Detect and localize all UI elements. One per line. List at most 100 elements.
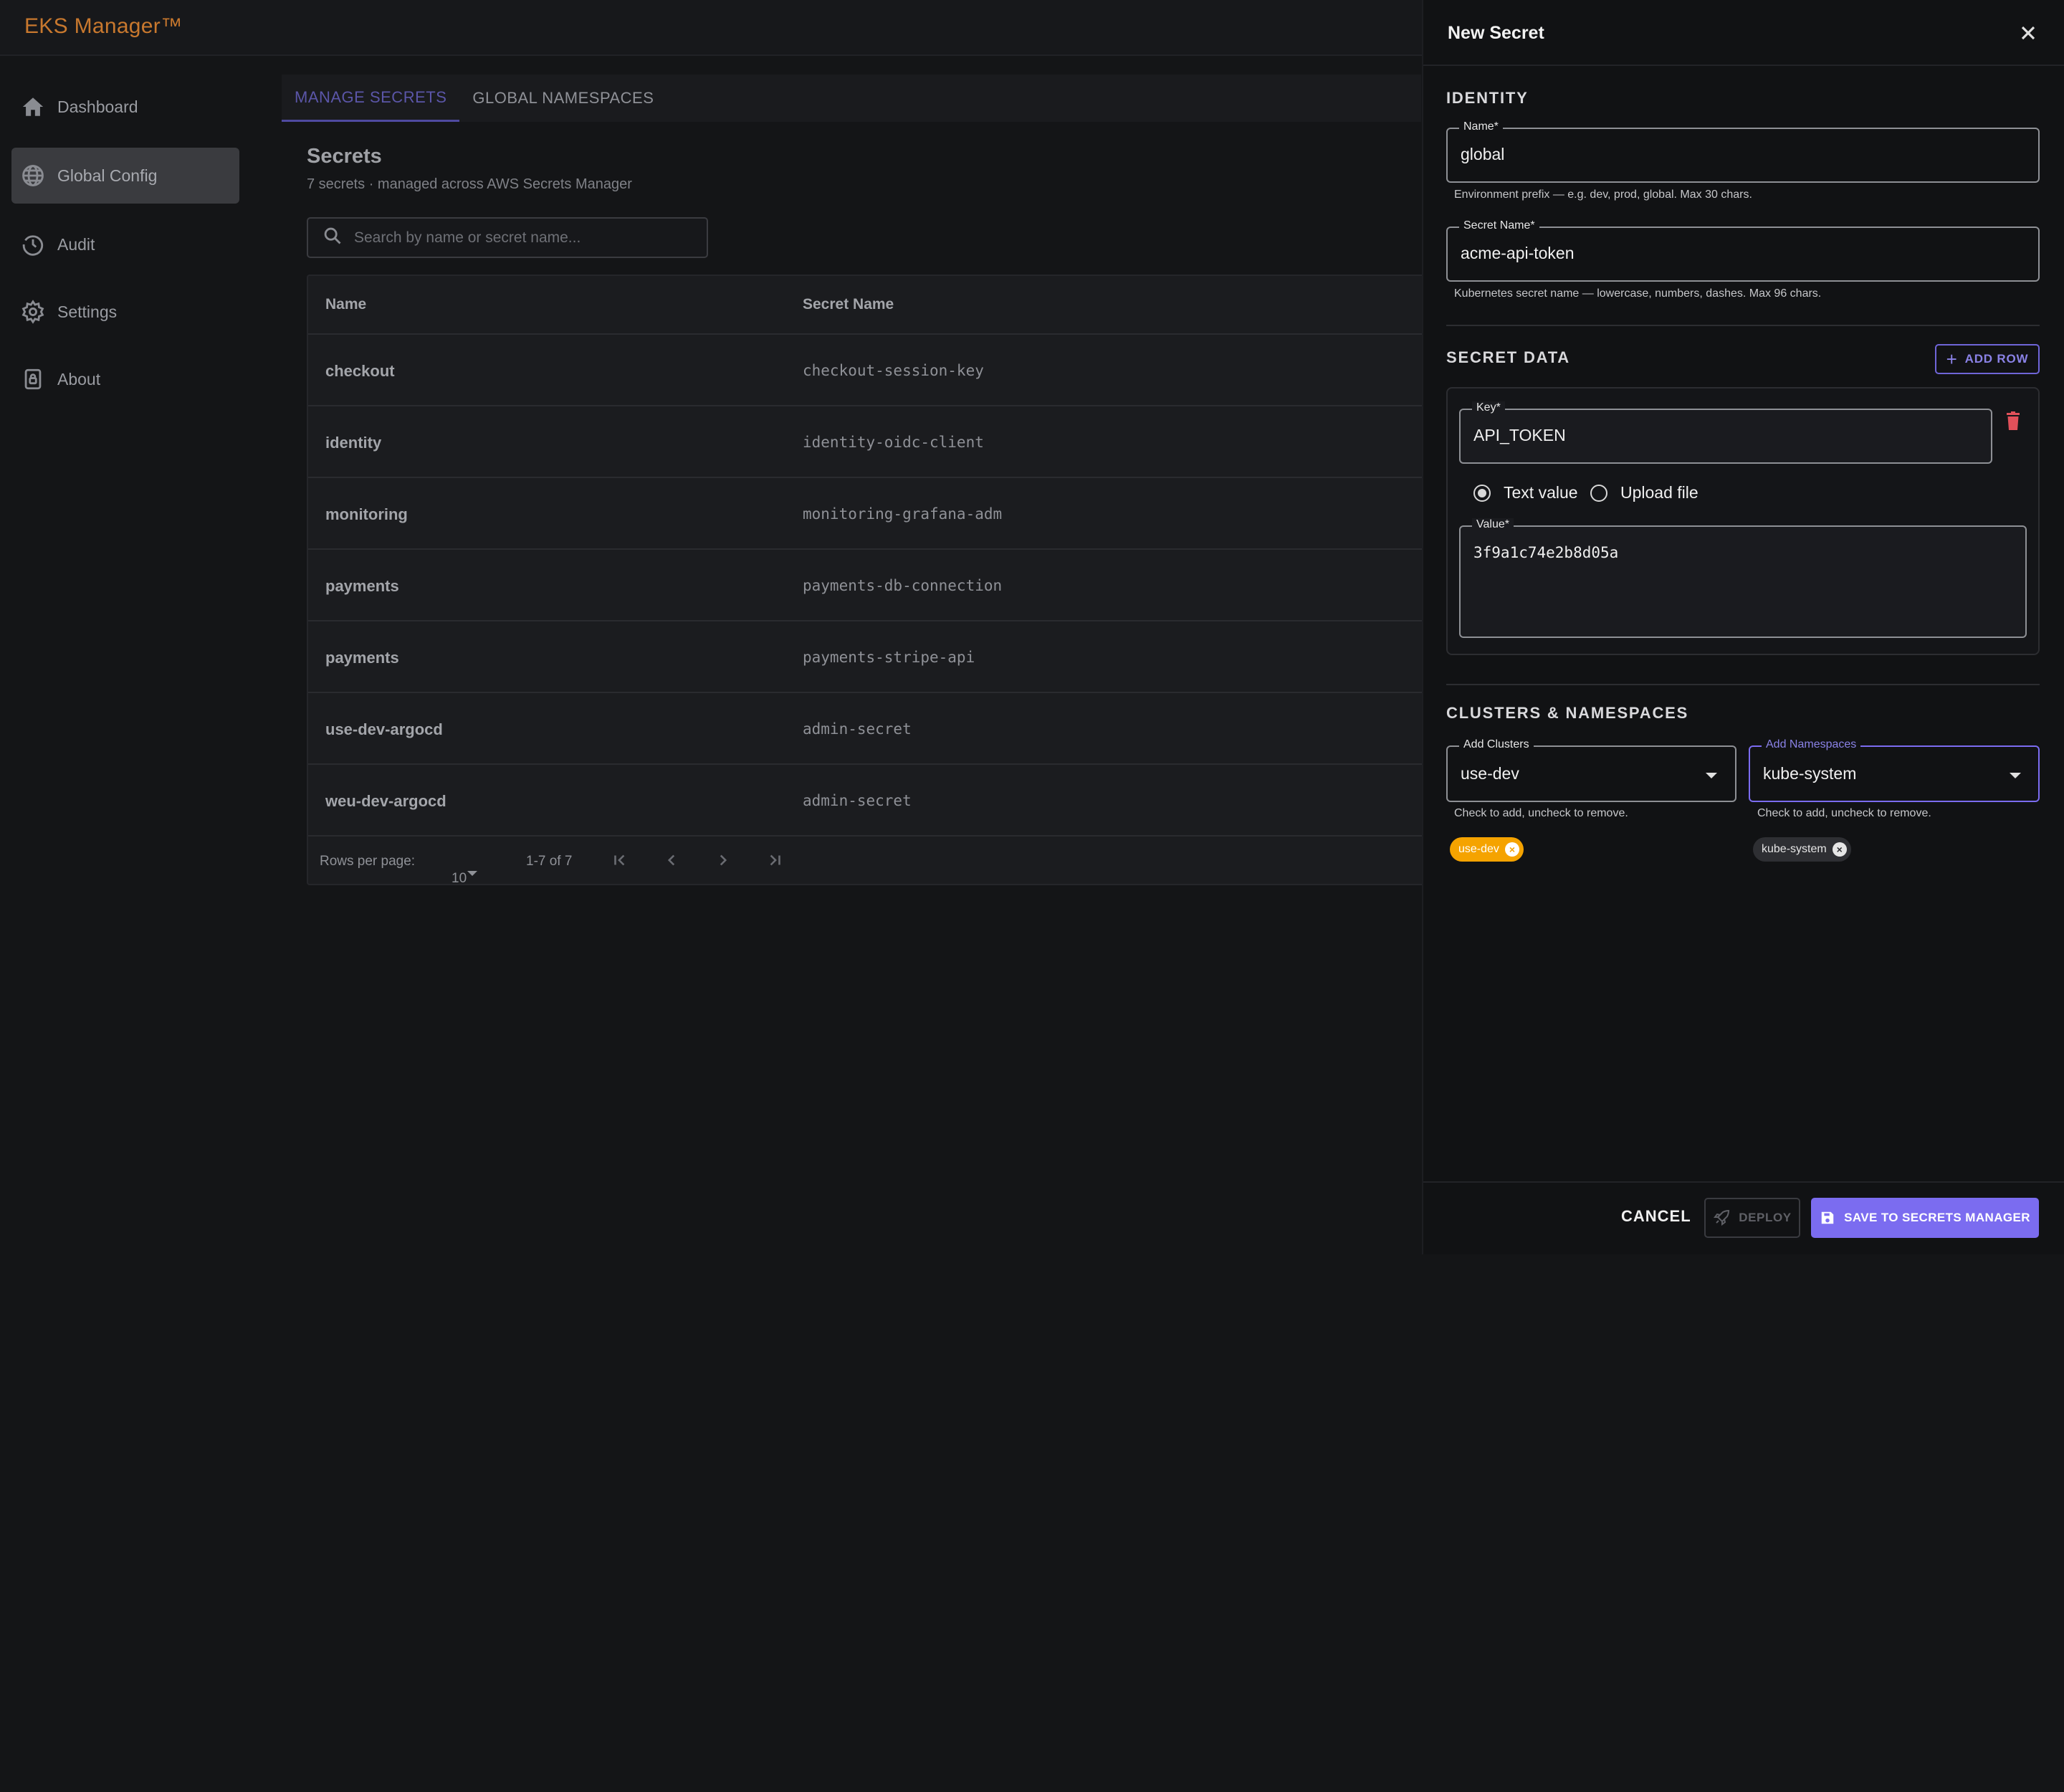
drawer-title: New Secret <box>1448 23 1544 43</box>
name-field[interactable]: Name* global <box>1446 120 2040 183</box>
add-namespaces-label: Add Namespaces <box>1762 738 1861 751</box>
column-header-name[interactable]: Name <box>325 296 366 313</box>
cell-name: identity <box>325 434 382 452</box>
secret-name-helper-text: Kubernetes secret name — lowercase, numb… <box>1454 287 1822 300</box>
sidebar-item-global-config[interactable]: Global Config <box>11 148 239 204</box>
chip-remove-icon[interactable]: × <box>1832 842 1847 857</box>
add-namespaces-select[interactable]: Add Namespaces kube-system <box>1749 738 2040 802</box>
cell-name: use-dev-argocd <box>325 720 443 738</box>
home-icon <box>20 94 46 120</box>
sidebar-item-label: Audit <box>57 234 95 254</box>
table-row[interactable]: payments payments-stripe-api <box>308 621 1423 693</box>
app-brand[interactable]: EKS Manager™ <box>24 14 182 39</box>
cell-secret-name: monitoring-grafana-adm <box>803 505 1003 523</box>
key-field[interactable]: Key* API_TOKEN <box>1459 401 1992 464</box>
table-row[interactable]: checkout checkout-session-key <box>308 335 1423 406</box>
cell-name: payments <box>325 649 399 667</box>
history-icon <box>20 232 46 257</box>
sidebar-item-dashboard[interactable]: Dashboard <box>11 79 239 135</box>
tab-manage-secrets[interactable]: MANAGE SECRETS <box>282 75 460 122</box>
radio-text-value-label: Text value <box>1504 483 1578 502</box>
cell-name: payments <box>325 577 399 595</box>
radio-unselected-icon <box>1590 484 1607 502</box>
next-page-icon[interactable] <box>714 851 732 874</box>
radio-selected-icon <box>1473 484 1491 502</box>
value-field-label: Value* <box>1472 518 1514 531</box>
add-row-label: ADD ROW <box>1964 352 2029 366</box>
search-input[interactable]: Search by name or secret name... <box>307 217 708 258</box>
add-clusters-value: use-dev <box>1461 764 1519 783</box>
cancel-button[interactable]: CANCEL <box>1621 1207 1691 1226</box>
table-row[interactable]: weu-dev-argocd admin-secret <box>308 765 1423 837</box>
deploy-button[interactable]: DEPLOY <box>1704 1198 1800 1238</box>
name-helper-text: Environment prefix — e.g. dev, prod, glo… <box>1454 189 1752 201</box>
namespaces-helper-text: Check to add, uncheck to remove. <box>1757 807 1931 819</box>
secret-name-field[interactable]: Secret Name* acme-api-token <box>1446 219 2040 282</box>
cell-secret-name: checkout-session-key <box>803 362 984 379</box>
secret-name-field-value: acme-api-token <box>1461 244 1575 262</box>
radio-upload-file-label: Upload file <box>1620 483 1698 502</box>
add-namespaces-value: kube-system <box>1763 764 1857 783</box>
secret-name-field-label: Secret Name* <box>1459 219 1539 232</box>
add-clusters-label: Add Clusters <box>1459 738 1534 751</box>
chip-remove-icon[interactable]: × <box>1504 842 1519 857</box>
radio-text-value[interactable]: Text value <box>1473 483 1578 502</box>
sidebar-item-label: Global Config <box>57 166 158 185</box>
table-row[interactable]: monitoring monitoring-grafana-adm <box>308 478 1423 550</box>
secrets-table: Name Secret Name checkout checkout-sessi… <box>307 275 1425 887</box>
name-field-value: global <box>1461 145 1505 163</box>
divider <box>1446 684 2040 685</box>
rows-per-page-label: Rows per page: <box>320 854 416 869</box>
table-row[interactable]: payments payments-db-connection <box>308 550 1423 621</box>
cell-secret-name: admin-secret <box>803 720 912 738</box>
previous-page-icon[interactable] <box>662 851 681 874</box>
divider <box>1446 325 2040 326</box>
close-icon[interactable] <box>2017 22 2040 44</box>
value-field[interactable]: Value* 3f9a1c74e2b8d05a <box>1459 518 2027 638</box>
cell-secret-name: payments-stripe-api <box>803 649 975 666</box>
rocket-icon <box>1714 1209 1730 1226</box>
name-field-label: Name* <box>1459 120 1503 133</box>
save-label: SAVE TO SECRETS MANAGER <box>1844 1211 2030 1224</box>
cell-name: monitoring <box>325 505 408 523</box>
first-page-icon[interactable] <box>611 851 629 874</box>
key-field-value: API_TOKEN <box>1473 426 1566 444</box>
drawer-header: New Secret <box>1423 0 2064 66</box>
radio-upload-file[interactable]: Upload file <box>1590 483 1698 502</box>
cell-secret-name: payments-db-connection <box>803 577 1003 594</box>
gear-icon <box>20 299 46 325</box>
table-pagination: Rows per page: 10 1-7 of 7 <box>308 837 1423 887</box>
table-row[interactable]: use-dev-argocd admin-secret <box>308 693 1423 765</box>
save-to-secrets-manager-button[interactable]: SAVE TO SECRETS MANAGER <box>1811 1198 2039 1238</box>
sidebar-item-audit[interactable]: Audit <box>11 216 239 272</box>
sidebar-item-about[interactable]: About <box>11 351 239 407</box>
globe-icon <box>20 163 46 189</box>
namespace-chip-label: kube-system <box>1762 843 1827 855</box>
trash-icon[interactable] <box>2005 411 2022 432</box>
sidebar-item-settings[interactable]: Settings <box>11 284 239 340</box>
search-placeholder: Search by name or secret name... <box>354 229 581 246</box>
cell-name: weu-dev-argocd <box>325 792 446 810</box>
cluster-chip[interactable]: use-dev × <box>1450 837 1524 862</box>
last-page-icon[interactable] <box>765 851 784 874</box>
value-field-value: 3f9a1c74e2b8d05a <box>1473 544 1619 561</box>
add-clusters-select[interactable]: Add Clusters use-dev <box>1446 738 1736 802</box>
tab-global-namespaces[interactable]: GLOBAL NAMESPACES <box>459 75 666 122</box>
cluster-chip-label: use-dev <box>1458 843 1499 855</box>
namespace-chip[interactable]: kube-system × <box>1753 837 1851 862</box>
table-row[interactable]: identity identity-oidc-client <box>308 406 1423 478</box>
column-header-secret-name[interactable]: Secret Name <box>803 296 894 313</box>
section-clusters-namespaces: CLUSTERS & NAMESPACES <box>1446 704 1689 722</box>
page-title: Secrets <box>307 145 382 168</box>
deploy-label: DEPLOY <box>1739 1211 1792 1224</box>
lock-icon <box>20 366 46 392</box>
tab-bar: MANAGE SECRETS GLOBAL NAMESPACES <box>282 75 1421 122</box>
sidebar-item-label: Settings <box>57 302 118 321</box>
chevron-down-icon <box>467 871 477 876</box>
plus-icon: + <box>1946 348 1958 370</box>
section-secret-data: SECRET DATA <box>1446 348 1570 366</box>
page-subtitle: 7 secrets · managed across AWS Secrets M… <box>307 176 632 192</box>
search-icon <box>322 226 343 249</box>
chevron-down-icon <box>2010 773 2021 778</box>
add-row-button[interactable]: + ADD ROW <box>1935 344 2040 374</box>
